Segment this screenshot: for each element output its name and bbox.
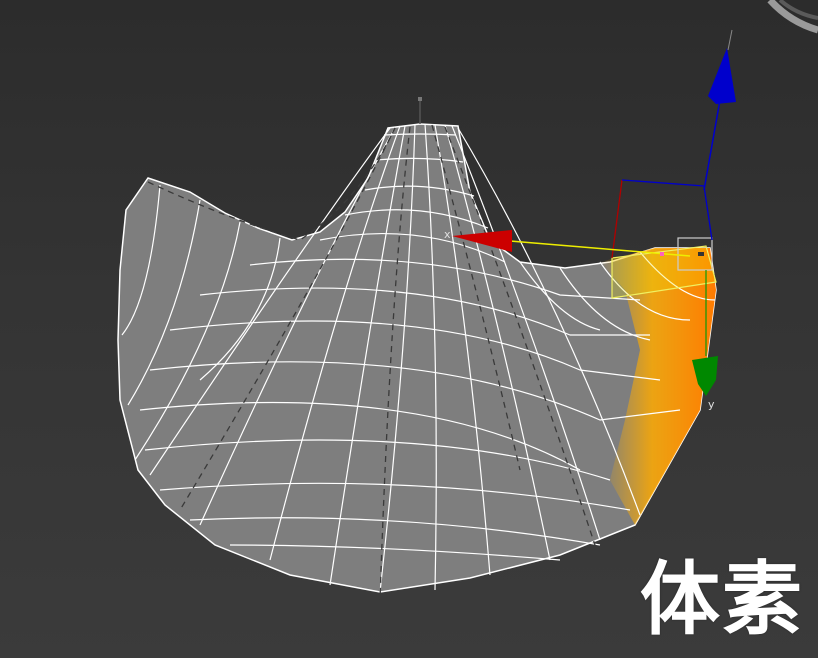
gizmo-x-label: x	[444, 228, 451, 241]
gizmo-y-label: y	[708, 398, 715, 411]
gizmo-pivot-marker-2	[698, 252, 704, 256]
gizmo-z-axis-line[interactable]	[703, 99, 721, 191]
vertex-marker-end	[418, 97, 422, 101]
watermark-text: 体素	[640, 553, 804, 646]
mesh-surface[interactable]	[117, 123, 717, 593]
gizmo-z-axis-line-top	[727, 29, 733, 51]
gizmo-frame-red	[611, 179, 623, 259]
gizmo-frame-blue	[621, 179, 713, 241]
gizmo-z-arrow[interactable]	[708, 48, 736, 104]
gizmo-pivot-marker	[660, 252, 664, 256]
